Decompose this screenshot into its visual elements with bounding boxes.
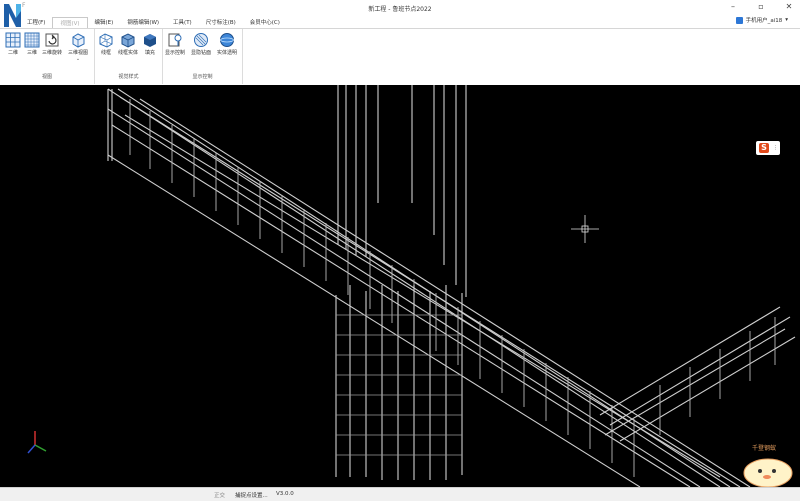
- window-title: 新工程 - 鲁班节点2022: [368, 6, 432, 13]
- solid-fill-icon: [144, 34, 156, 47]
- grid-3d-icon: [24, 32, 40, 48]
- wireframe-label: 线框: [100, 50, 111, 56]
- ribbon-group-label: 视图: [41, 74, 52, 80]
- mascot-icon: [743, 458, 793, 487]
- rotate-3d-button[interactable]: 三维旋转: [41, 31, 63, 65]
- minimize-icon[interactable]: –: [728, 2, 738, 11]
- ribbon-group-view: 二维 三维 三维旋转 三维视图 ⌄ 视图: [0, 29, 95, 84]
- hatch-display-button[interactable]: 显隐钻面: [190, 31, 212, 65]
- menu-project[interactable]: 工程(F): [20, 17, 52, 27]
- ribbon-group-label: 显示控制: [192, 74, 213, 80]
- menu-dimension[interactable]: 尺寸标注(B): [199, 17, 243, 27]
- title-bar: F 新工程 - 鲁班节点2022 – ▫ ✕: [0, 0, 800, 27]
- ribbon-group-display-control: 显示控制 显隐钻面 实体透明 显示控制: [163, 29, 243, 84]
- status-bar: 正交 捕捉点设置... V3.0.0: [0, 487, 800, 501]
- 3d-viewport[interactable]: S ⋮ 千登钢蚁: [0, 85, 800, 487]
- view-3d-button[interactable]: 三维: [21, 31, 43, 65]
- snap-settings-button[interactable]: 捕捉点设置...: [235, 491, 268, 499]
- menu-bar: 工程(F) 视图(V) 编辑(E) 钢筋编辑(W) 工具(T) 尺寸标注(B) …: [20, 16, 287, 28]
- fill-button[interactable]: 填充: [139, 31, 161, 65]
- view-3d-label: 三维: [26, 50, 37, 56]
- rebar-model: [107, 85, 796, 487]
- more-icon: ⋮: [773, 145, 778, 151]
- ortho-mode-toggle[interactable]: 正交: [214, 491, 225, 499]
- cube-view-icon: [72, 33, 85, 48]
- wireframe-solid-label: 线框实体: [117, 50, 138, 56]
- input-method-badge[interactable]: S ⋮: [756, 141, 780, 155]
- version-label: V3.0.0: [276, 491, 294, 497]
- display-control-icon: [168, 33, 182, 47]
- wireframe-solid-icon: [121, 33, 135, 48]
- restore-icon[interactable]: ▫: [756, 2, 766, 11]
- wireframe-button[interactable]: 线框: [95, 31, 117, 65]
- menu-member-center[interactable]: 会员中心(C): [243, 17, 287, 27]
- rotate-3d-icon: [45, 33, 59, 47]
- axis-gizmo: [27, 431, 47, 454]
- menu-tools[interactable]: 工具(T): [166, 17, 199, 27]
- wireframe-icon: [99, 33, 113, 48]
- fill-label: 填充: [144, 50, 155, 56]
- view-3d-dropdown-label: 三维视图: [67, 50, 88, 56]
- grid-2d-icon: [5, 32, 21, 48]
- chevron-down-icon: ▾: [785, 17, 788, 23]
- user-name: 手机用户_ai18: [745, 18, 783, 24]
- transparent-sphere-icon: [220, 33, 234, 47]
- rebar-model-canvas[interactable]: [0, 85, 800, 487]
- view-3d-dropdown-button[interactable]: 三维视图 ⌄: [67, 31, 89, 65]
- crosshair-cursor: [571, 215, 599, 243]
- menu-edit[interactable]: 编辑(E): [88, 17, 121, 27]
- display-control-label: 显示控制: [164, 50, 185, 56]
- ribbon-toolbar: 二维 三维 三维旋转 三维视图 ⌄ 视图 线框 线框实体 填充 视觉样式 显示控…: [0, 28, 800, 86]
- menu-rebar-edit[interactable]: 钢筋编辑(W): [120, 17, 166, 27]
- wireframe-solid-button[interactable]: 线框实体: [117, 31, 139, 65]
- hatch-sphere-icon: [194, 33, 208, 47]
- ribbon-group-label: 视觉样式: [118, 74, 139, 80]
- sogou-icon: S: [759, 143, 769, 153]
- rotate-3d-label: 三维旋转: [41, 50, 62, 56]
- close-icon[interactable]: ✕: [784, 2, 794, 11]
- ribbon-group-visual-style: 线框 线框实体 填充 视觉样式: [95, 29, 163, 84]
- transparent-button[interactable]: 实体透明: [216, 31, 238, 65]
- user-menu[interactable]: 手机用户_ai18 ▾: [735, 16, 788, 24]
- display-control-button[interactable]: 显示控制: [164, 31, 186, 65]
- chevron-down-icon: ⌄: [75, 56, 81, 62]
- transparent-label: 实体透明: [216, 50, 237, 56]
- user-icon: [735, 16, 743, 24]
- hatch-display-label: 显隐钻面: [190, 50, 211, 56]
- menu-view[interactable]: 视图(V): [52, 16, 88, 28]
